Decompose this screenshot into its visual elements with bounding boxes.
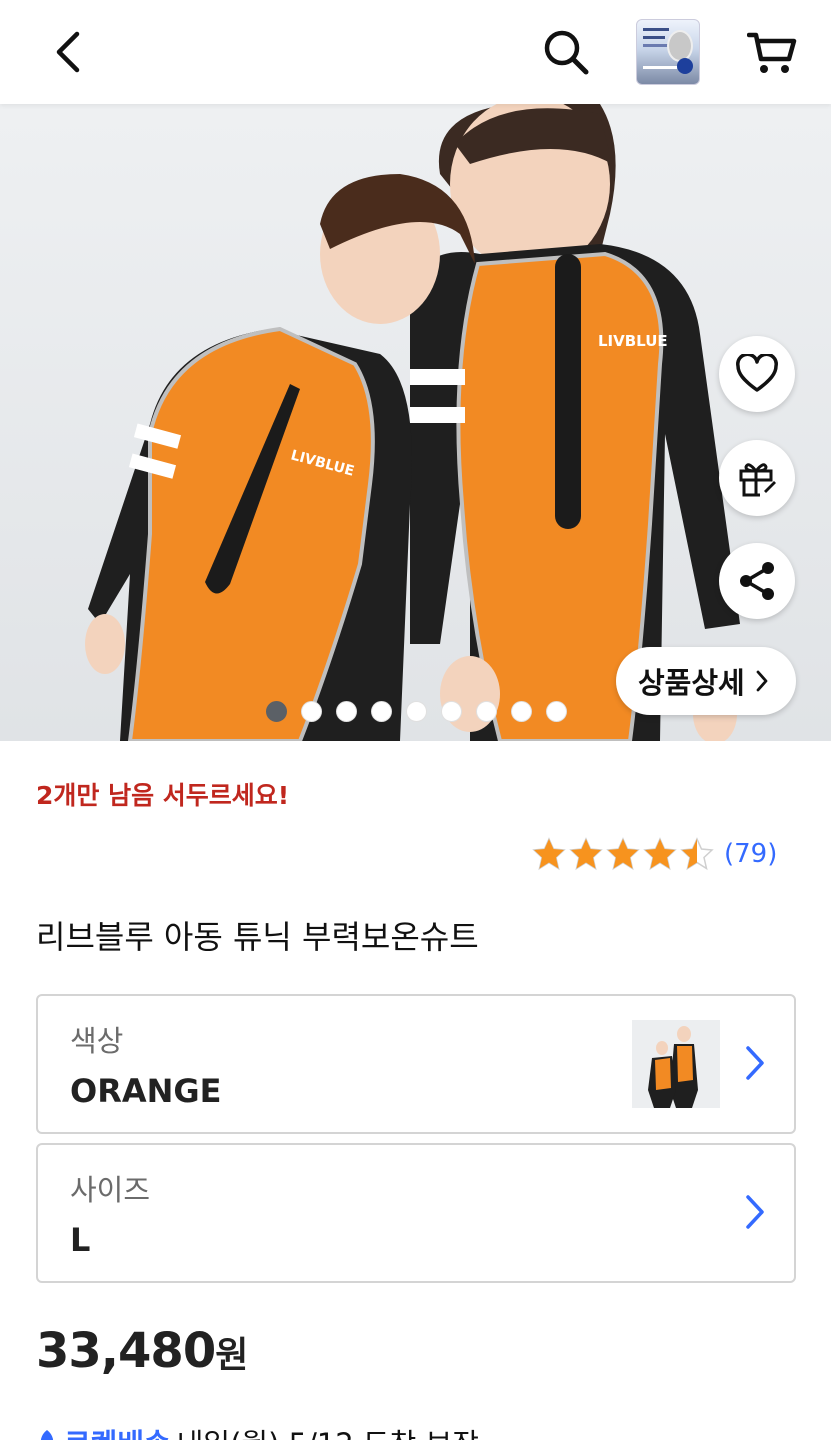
chevron-left-icon: [56, 31, 80, 73]
color-option-selector[interactable]: 색상 ORANGE: [36, 994, 796, 1134]
thumbnail-graphic: [643, 36, 665, 39]
rating-summary[interactable]: (79): [532, 834, 777, 874]
size-option-selector[interactable]: 사이즈 L: [36, 1143, 796, 1283]
product-title: 리브블루 아동 튜닉 부력보온슈트: [36, 918, 479, 956]
cart-button[interactable]: [742, 22, 802, 82]
color-option-label: 색상: [70, 1024, 124, 1058]
star-icon: [680, 837, 714, 871]
thumbnail-portrait: [667, 30, 693, 62]
chevron-right-icon: [746, 1046, 764, 1080]
product-price: 33,480원: [36, 1323, 248, 1379]
stock-notice: 2개만 남음 서두르세요!: [36, 781, 290, 810]
thumbnail-seal: [677, 58, 693, 74]
pagination-dot[interactable]: [511, 701, 532, 722]
thumbnail-graphic: [643, 44, 669, 47]
cart-icon: [747, 32, 797, 73]
top-navigation-bar: [0, 0, 831, 104]
wishlist-button[interactable]: [719, 336, 795, 412]
pagination-dot[interactable]: [266, 701, 287, 722]
star-icon: [569, 837, 603, 871]
gallery-pagination: [266, 701, 567, 722]
chevron-right-icon: [756, 670, 768, 692]
delivery-info: 로켓배송 내일(월) 5/12 도착 보장: [36, 1421, 479, 1440]
product-photo: LIVBLUE LIVBLUE: [0, 104, 831, 741]
pagination-dot[interactable]: [301, 701, 322, 722]
review-count[interactable]: (79): [724, 839, 777, 869]
pagination-dot[interactable]: [406, 701, 427, 722]
product-detail-label: 상품상세: [638, 666, 745, 700]
delivery-date: 내일(월) 5/12 도착 보장: [177, 1421, 479, 1440]
size-option-label: 사이즈: [70, 1173, 151, 1207]
color-option-value: ORANGE: [70, 1072, 222, 1110]
search-icon: [544, 30, 589, 75]
star-icon: [643, 837, 677, 871]
recent-item-thumbnail[interactable]: [636, 19, 700, 85]
search-button[interactable]: [536, 22, 596, 82]
share-button[interactable]: [719, 543, 795, 619]
star-rating: [532, 837, 714, 871]
rocket-delivery-badge: 로켓배송: [64, 1421, 171, 1440]
pagination-dot[interactable]: [546, 701, 567, 722]
product-image-gallery[interactable]: LIVBLUE LIVBLUE 상품상세: [0, 104, 831, 741]
gift-icon: [739, 463, 776, 497]
heart-icon: [736, 354, 778, 392]
pagination-dot[interactable]: [476, 701, 497, 722]
price-amount: 33,480: [36, 1323, 216, 1379]
star-icon: [532, 837, 566, 871]
share-icon: [740, 562, 774, 600]
pagination-dot[interactable]: [336, 701, 357, 722]
back-button[interactable]: [40, 22, 96, 82]
thumbnail-graphic: [643, 28, 669, 31]
pagination-dot[interactable]: [441, 701, 462, 722]
price-unit: 원: [215, 1335, 249, 1376]
color-option-thumbnail: [632, 1020, 720, 1108]
svg-text:LIVBLUE: LIVBLUE: [598, 332, 668, 350]
chevron-right-icon: [746, 1195, 764, 1229]
rocket-icon: [40, 1430, 54, 1440]
gift-button[interactable]: [719, 440, 795, 516]
thumbnail-graphic: [643, 66, 677, 69]
pagination-dot[interactable]: [371, 701, 392, 722]
product-detail-button[interactable]: 상품상세: [616, 647, 796, 715]
size-option-value: L: [70, 1221, 91, 1259]
star-icon: [606, 837, 640, 871]
color-option-image: [632, 1020, 720, 1108]
